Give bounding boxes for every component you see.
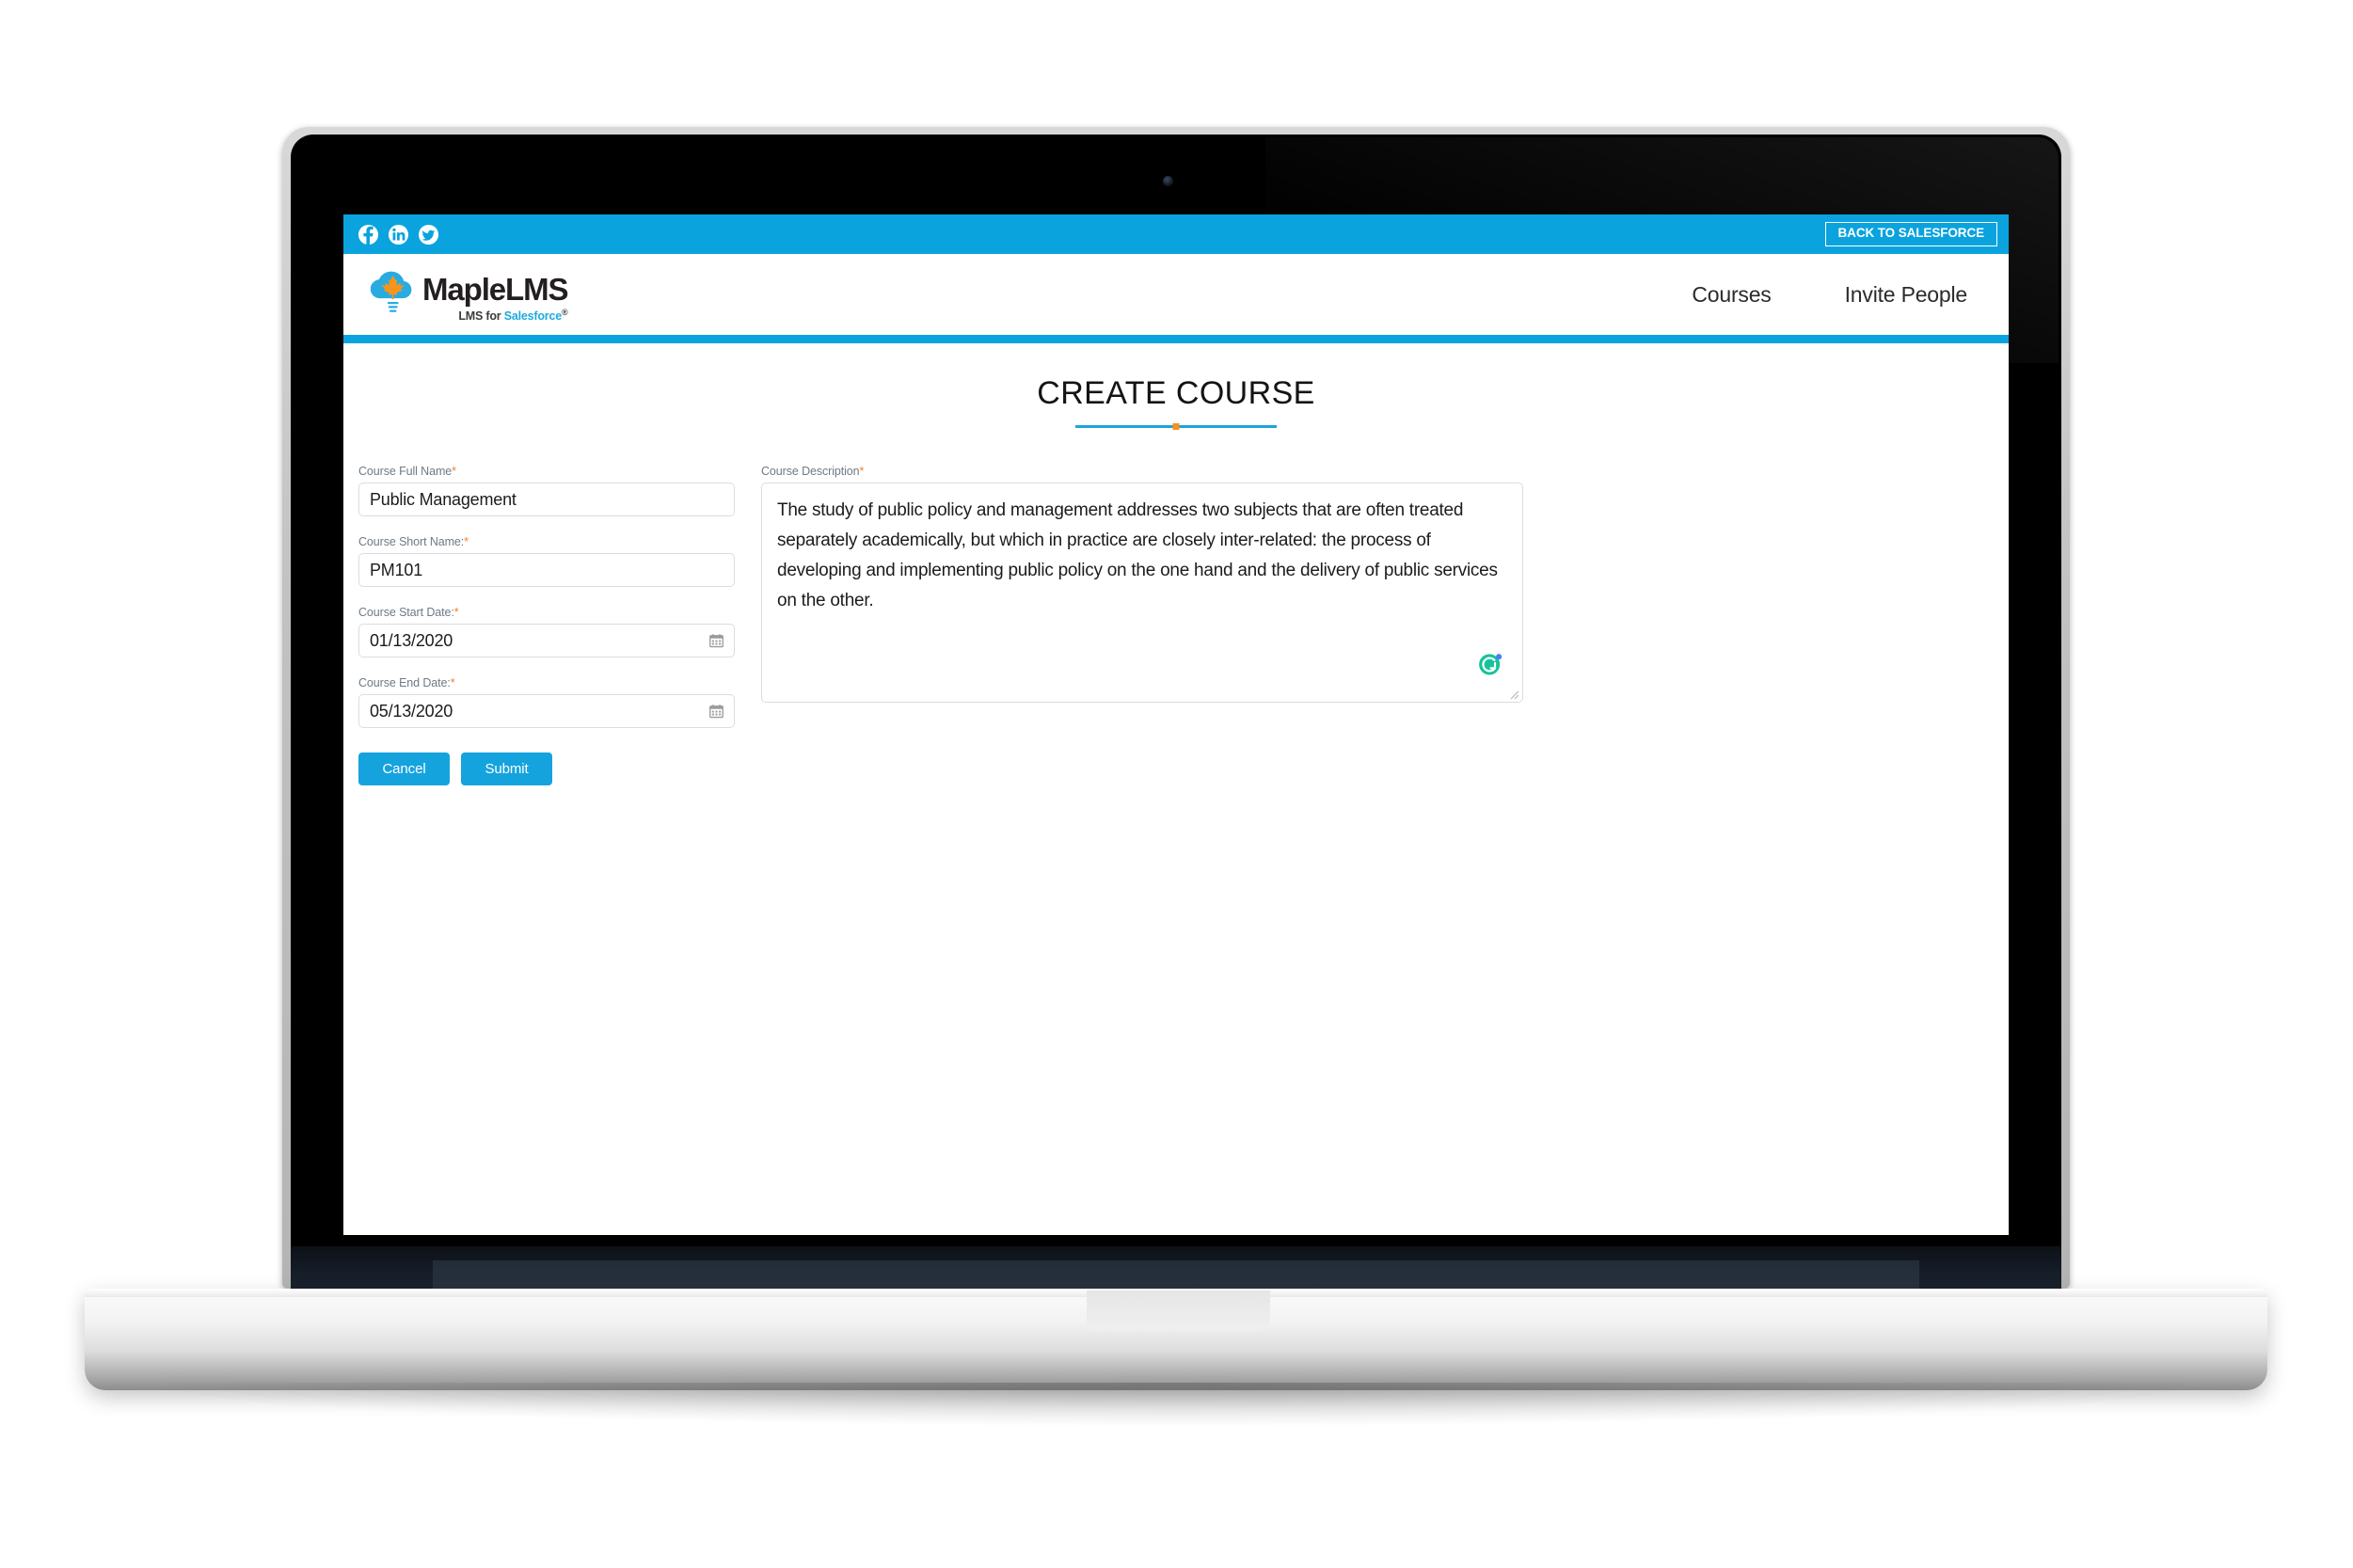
page-title: CREATE COURSE (1037, 375, 1315, 411)
logo-tagline: LMS for Salesforce® (422, 308, 567, 323)
title-underline (1075, 423, 1277, 430)
field-course-end-date: Course End Date:* 05/13/2020 (358, 676, 735, 728)
main-navbar: MapleLMS LMS for Salesforce® Courses Inv… (343, 254, 2009, 335)
required-asterisk: * (464, 535, 469, 548)
browser-screen: BACK TO SALESFORCE MapleLMS LMS for Sale… (343, 214, 2009, 1235)
required-asterisk: * (453, 606, 459, 619)
label-course-end-date: Course End Date:* (358, 676, 735, 689)
required-asterisk: * (452, 465, 456, 478)
label-course-full-name: Course Full Name* (358, 465, 735, 478)
label-course-start-date: Course Start Date:* (358, 606, 735, 619)
value-course-description: The study of public policy and managemen… (777, 500, 1498, 610)
label-course-short-name: Course Short Name:* (358, 535, 735, 548)
label-course-short-name-text: Course Short Name: (358, 535, 465, 548)
cancel-button[interactable]: Cancel (358, 752, 450, 785)
field-course-description: Course Description* The study of public … (761, 465, 1523, 703)
logo-text: MapleLMS LMS for Salesforce® (422, 265, 568, 323)
laptop-base-notch (1087, 1291, 1270, 1330)
create-course-form: Course Full Name* Public Management Cour… (343, 429, 2009, 785)
field-course-short-name: Course Short Name:* PM101 (358, 535, 735, 587)
webcam-icon (1163, 176, 1173, 186)
linkedin-icon[interactable] (388, 224, 409, 245)
value-course-start-date: 01/13/2020 (370, 631, 453, 650)
calendar-icon[interactable] (709, 705, 723, 719)
nav-links: Courses Invite People (1692, 282, 1967, 308)
resize-handle[interactable] (1508, 688, 1519, 700)
logo-tagline-mark: ® (561, 308, 568, 317)
value-course-full-name: Public Management (370, 490, 517, 509)
maplelms-logo[interactable]: MapleLMS LMS for Salesforce® (360, 265, 568, 324)
logo-tagline-brand: Salesforce (503, 309, 562, 324)
label-course-start-date-text: Course Start Date: (358, 606, 454, 619)
grammarly-icon[interactable] (1477, 650, 1504, 677)
input-course-short-name[interactable]: PM101 (358, 553, 735, 587)
input-course-start-date[interactable]: 01/13/2020 (358, 624, 735, 657)
required-asterisk: * (450, 676, 455, 689)
twitter-icon[interactable] (418, 224, 439, 245)
label-course-end-date-text: Course End Date: (358, 676, 451, 689)
logo-wordmark: MapleLMS (422, 272, 568, 307)
label-course-description-text: Course Description (761, 465, 860, 478)
input-course-full-name[interactable]: Public Management (358, 483, 735, 516)
field-course-full-name: Course Full Name* Public Management (358, 465, 735, 516)
page-content: CREATE COURSE Course Full Name* Public M… (343, 343, 2009, 1235)
value-course-short-name: PM101 (370, 561, 423, 579)
label-course-description: Course Description* (761, 465, 1523, 478)
top-social-bar: BACK TO SALESFORCE (343, 214, 2009, 254)
textarea-course-description[interactable]: The study of public policy and managemen… (761, 483, 1523, 703)
back-to-salesforce-button[interactable]: BACK TO SALESFORCE (1824, 222, 1997, 246)
logo-tagline-prefix: LMS for (458, 309, 504, 324)
value-course-end-date: 05/13/2020 (370, 702, 453, 721)
facebook-icon[interactable] (358, 224, 379, 245)
input-course-end-date[interactable]: 05/13/2020 (358, 694, 735, 728)
calendar-icon[interactable] (709, 634, 723, 648)
nav-link-invite-people[interactable]: Invite People (1845, 282, 1968, 308)
form-actions: Cancel Submit (358, 752, 735, 785)
form-left-column: Course Full Name* Public Management Cour… (358, 465, 735, 785)
header-divider (343, 335, 2009, 343)
social-links (358, 224, 439, 245)
maple-cloud-bulb-icon (364, 265, 422, 324)
laptop-shadow (141, 1383, 2211, 1426)
nav-link-courses[interactable]: Courses (1692, 282, 1771, 308)
required-asterisk: * (859, 465, 865, 478)
title-accent-dot (1172, 423, 1180, 430)
page-title-block: CREATE COURSE (343, 343, 2009, 430)
form-right-column: Course Description* The study of public … (761, 465, 1523, 785)
field-course-start-date: Course Start Date:* 01/13/2020 (358, 606, 735, 657)
screenshot-stage: BACK TO SALESFORCE MapleLMS LMS for Sale… (0, 0, 2353, 1568)
submit-button[interactable]: Submit (461, 752, 552, 785)
label-course-full-name-text: Course Full Name (358, 465, 453, 478)
